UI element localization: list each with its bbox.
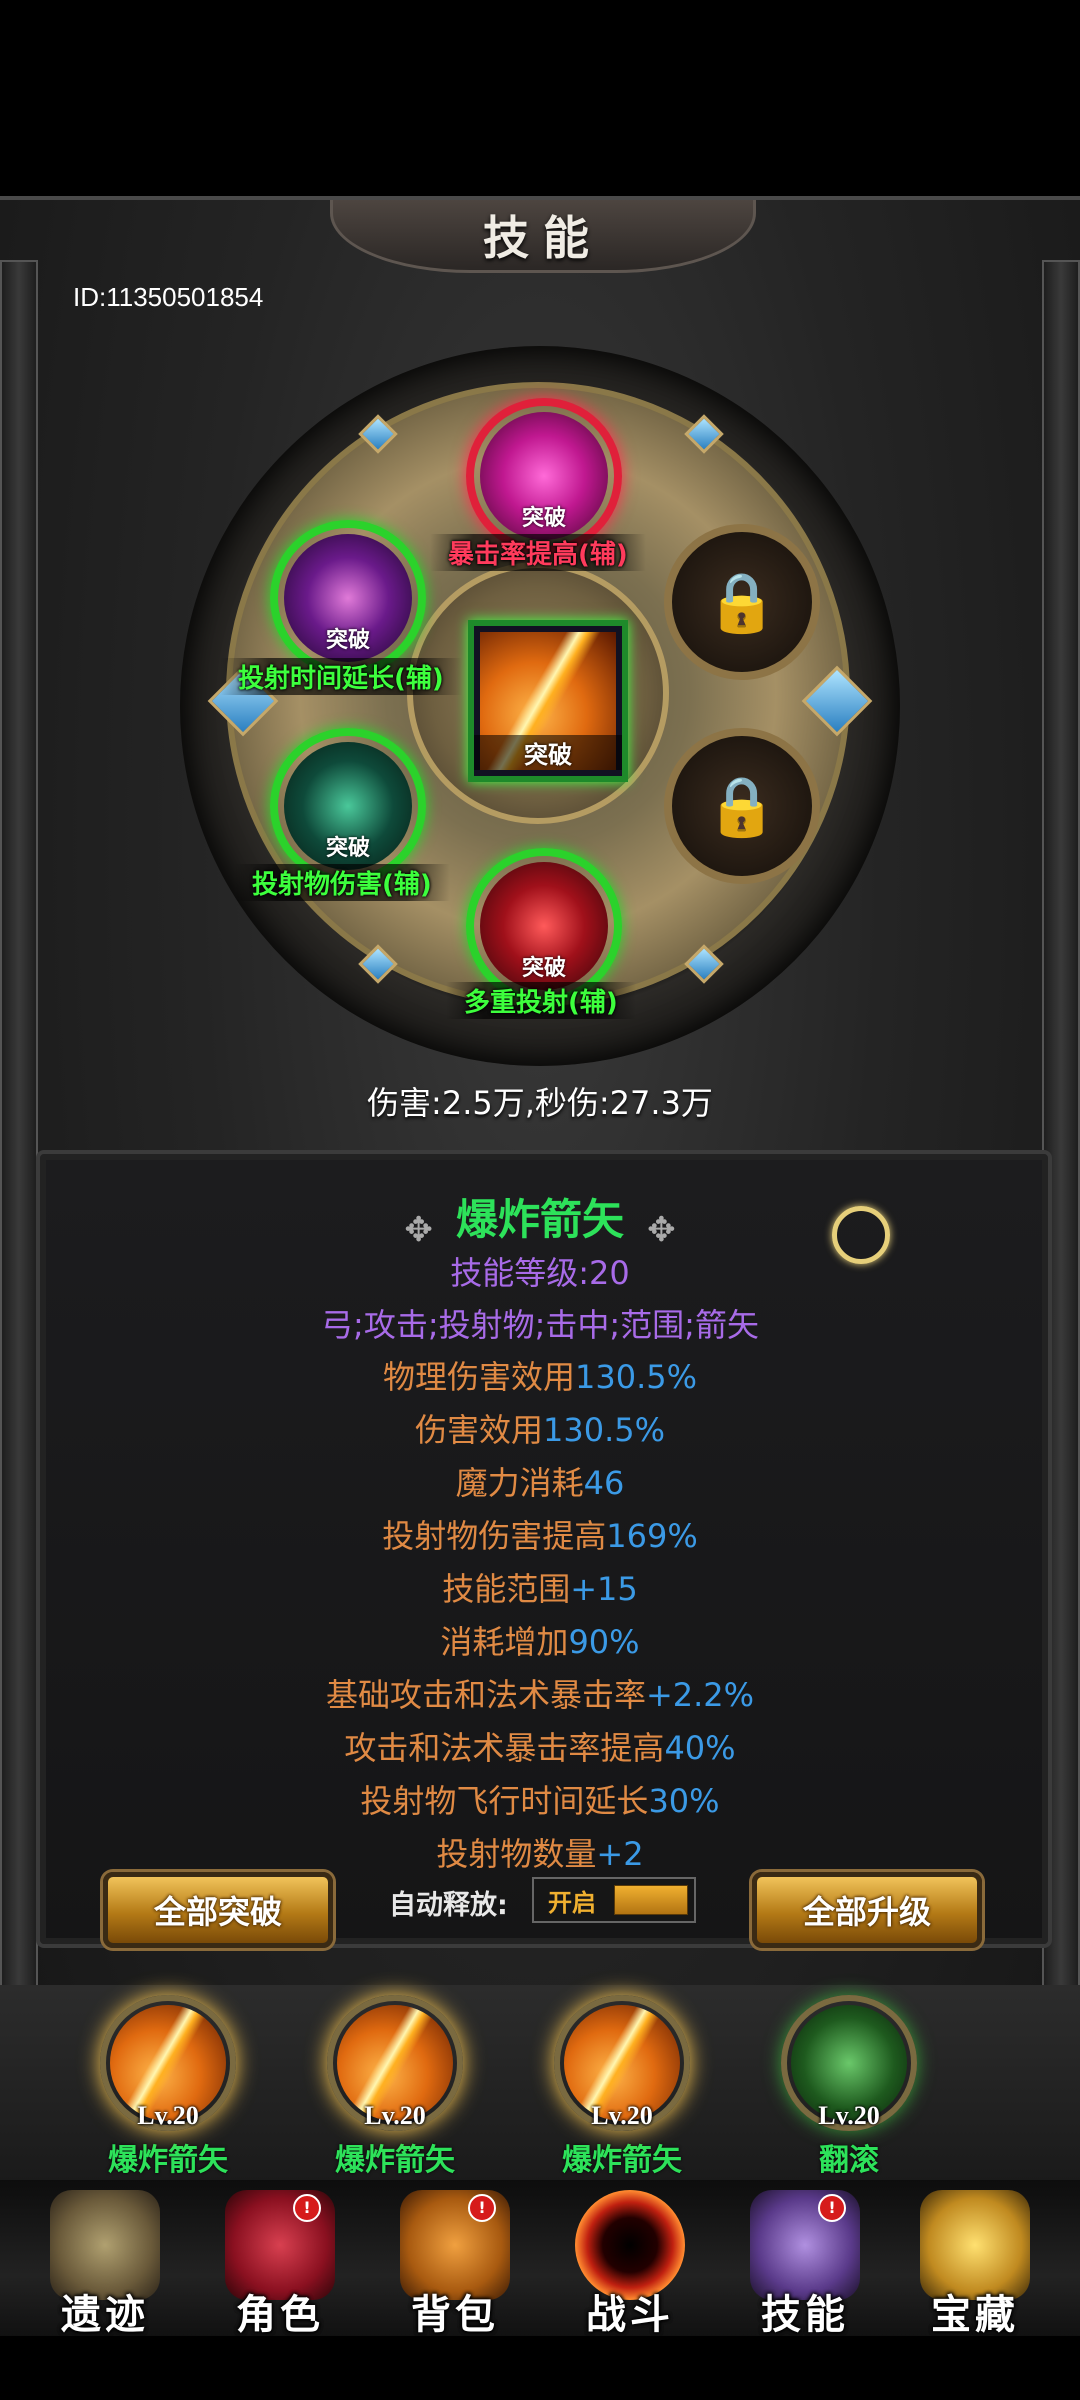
nav-character[interactable]: ! 角色 — [195, 2180, 365, 2340]
support-slot-multi[interactable]: 突破 — [466, 848, 622, 1004]
stat-label: 投射物飞行时间延长 — [360, 1782, 649, 1820]
stat-line: 投射物飞行时间延长30% — [0, 1776, 1080, 1822]
stat-value: 169% — [606, 1517, 698, 1555]
stat-label: 投射物伤害提高 — [382, 1517, 607, 1555]
skill-name-row: ✥ 爆炸箭矢 ✥ — [0, 1186, 1080, 1250]
nav-label: 技能 — [761, 2292, 849, 2338]
support-caption-crit: 暴击率提高(辅) — [430, 534, 646, 571]
stat-value: 46 — [583, 1464, 625, 1502]
slot-name: 爆炸箭矢 — [335, 2143, 455, 2178]
nav-label: 宝藏 — [931, 2292, 1019, 2338]
slot-level: Lv.20 — [137, 2101, 199, 2130]
slot-name: 爆炸箭矢 — [108, 2143, 228, 2178]
stat-line: 伤害效用130.5% — [0, 1405, 1080, 1451]
page-title: 技能 — [483, 211, 603, 265]
ornament-left-icon: ✥ — [404, 1209, 433, 1250]
user-id: ID:11350501854 — [73, 282, 264, 312]
nav-relic[interactable]: 遗迹 — [20, 2180, 190, 2340]
skill-level: 技能等级:20 — [450, 1254, 630, 1292]
slot-level: Lv.20 — [364, 2101, 426, 2130]
support-slot-projectile-dmg[interactable]: 突破 — [270, 728, 426, 884]
stat-value: +15 — [570, 1570, 638, 1608]
equipped-slot[interactable]: Lv.20 爆炸箭矢 — [93, 1995, 243, 2179]
center-skill-slot[interactable]: 突破 — [468, 620, 628, 782]
stat-value: +2 — [596, 1835, 644, 1873]
skill-tags: 弓;攻击;投射物;击中;范围;箭矢 — [321, 1306, 759, 1344]
support-caption-multi: 多重投射(辅) — [446, 982, 636, 1019]
break-all-button[interactable]: 全部突破 — [103, 1872, 333, 1948]
stat-label: 消耗增加 — [440, 1623, 569, 1661]
nav-treasure[interactable]: 宝藏 — [890, 2180, 1060, 2340]
explosive-arrow-icon: Lv.20 — [327, 1995, 463, 2131]
lock-icon: 🔒 — [705, 771, 779, 840]
stat-line: 攻击和法术暴击率提高40% — [0, 1723, 1080, 1769]
nav-battle[interactable]: 战斗 — [545, 2180, 715, 2340]
stat-line: 技能范围+15 — [0, 1564, 1080, 1610]
nav-label: 背包 — [411, 2292, 499, 2338]
stat-line: 消耗增加90% — [0, 1617, 1080, 1663]
toggle-knob — [614, 1885, 688, 1915]
stat-line: 基础攻击和法术暴击率+2.2% — [0, 1670, 1080, 1716]
stat-value: 40% — [664, 1729, 736, 1767]
stat-value: 130.5% — [543, 1411, 666, 1449]
stat-label: 魔力消耗 — [455, 1464, 584, 1502]
auto-release-toggle[interactable]: 开启 — [532, 1877, 696, 1923]
skill-name: 爆炸箭矢 — [455, 1195, 624, 1244]
multi-break-label: 突破 — [521, 956, 566, 981]
explosive-arrow-icon: Lv.20 — [554, 1995, 690, 2131]
stat-value: +2.2% — [645, 1676, 755, 1714]
stat-line: 魔力消耗46 — [0, 1458, 1080, 1504]
stat-label: 攻击和法术暴击率提高 — [344, 1729, 665, 1767]
crit-break-label: 突破 — [521, 506, 566, 531]
nav-label: 角色 — [236, 2292, 324, 2338]
nav-backpack[interactable]: ! 背包 — [370, 2180, 540, 2340]
auto-release-state: 开启 — [548, 1889, 596, 1917]
equipped-slot[interactable]: Lv.20 爆炸箭矢 — [547, 1995, 697, 2179]
locked-slot-upper[interactable]: 🔒 — [664, 524, 820, 680]
nav-badge: ! — [293, 2194, 321, 2222]
support-slot-crit[interactable]: 突破 — [466, 398, 622, 554]
nav-badge: ! — [818, 2194, 846, 2222]
slot-level: Lv.20 — [591, 2101, 653, 2130]
duration-break-label: 突破 — [325, 628, 370, 653]
equipped-slot[interactable]: Lv.20 翻滚 — [774, 1995, 924, 2179]
slot-level: Lv.20 — [818, 2101, 880, 2130]
equipped-slot[interactable]: Lv.20 爆炸箭矢 — [320, 1995, 470, 2179]
stat-value: 90% — [568, 1623, 640, 1661]
stat-label: 物理伤害效用 — [382, 1358, 575, 1396]
slot-name: 翻滚 — [819, 2143, 879, 2178]
stat-value: 130.5% — [575, 1358, 698, 1396]
support-caption-projectile-dmg: 投射物伤害(辅) — [234, 864, 450, 901]
support-caption-duration: 投射时间延长(辅) — [220, 658, 462, 695]
support-slot-duration[interactable]: 突破 — [270, 520, 426, 676]
stat-line: 投射物数量+2 — [0, 1829, 1080, 1875]
lock-icon: 🔒 — [705, 567, 779, 636]
center-break-label: 突破 — [474, 735, 622, 770]
stat-line: 投射物伤害提高169% — [0, 1511, 1080, 1557]
projectile-dmg-break-label: 突破 — [325, 836, 370, 861]
title-bar: 技能 — [330, 200, 756, 273]
stat-label: 投射物数量 — [436, 1835, 597, 1873]
nav-label: 战斗 — [586, 2292, 674, 2338]
bottom-bar — [0, 2336, 1080, 2400]
stat-label: 伤害效用 — [414, 1411, 543, 1449]
stat-label: 基础攻击和法术暴击率 — [325, 1676, 646, 1714]
nav-label: 遗迹 — [61, 2292, 149, 2338]
explosive-arrow-icon: Lv.20 — [100, 1995, 236, 2131]
stat-value: 30% — [648, 1782, 720, 1820]
locked-slot-lower[interactable]: 🔒 — [664, 728, 820, 884]
stat-label: 技能范围 — [442, 1570, 571, 1608]
damage-summary: 伤害:2.5万,秒伤:27.3万 — [367, 1084, 713, 1122]
ornament-right-icon: ✥ — [647, 1209, 676, 1250]
nav-badge: ! — [468, 2194, 496, 2222]
nav-skill[interactable]: ! 技能 — [720, 2180, 890, 2340]
stat-line: 物理伤害效用130.5% — [0, 1352, 1080, 1398]
dodge-roll-icon: Lv.20 — [781, 1995, 917, 2131]
upgrade-all-button[interactable]: 全部升级 — [752, 1872, 982, 1948]
slot-name: 爆炸箭矢 — [562, 2143, 682, 2178]
auto-release-label: 自动释放: — [389, 1890, 508, 1921]
